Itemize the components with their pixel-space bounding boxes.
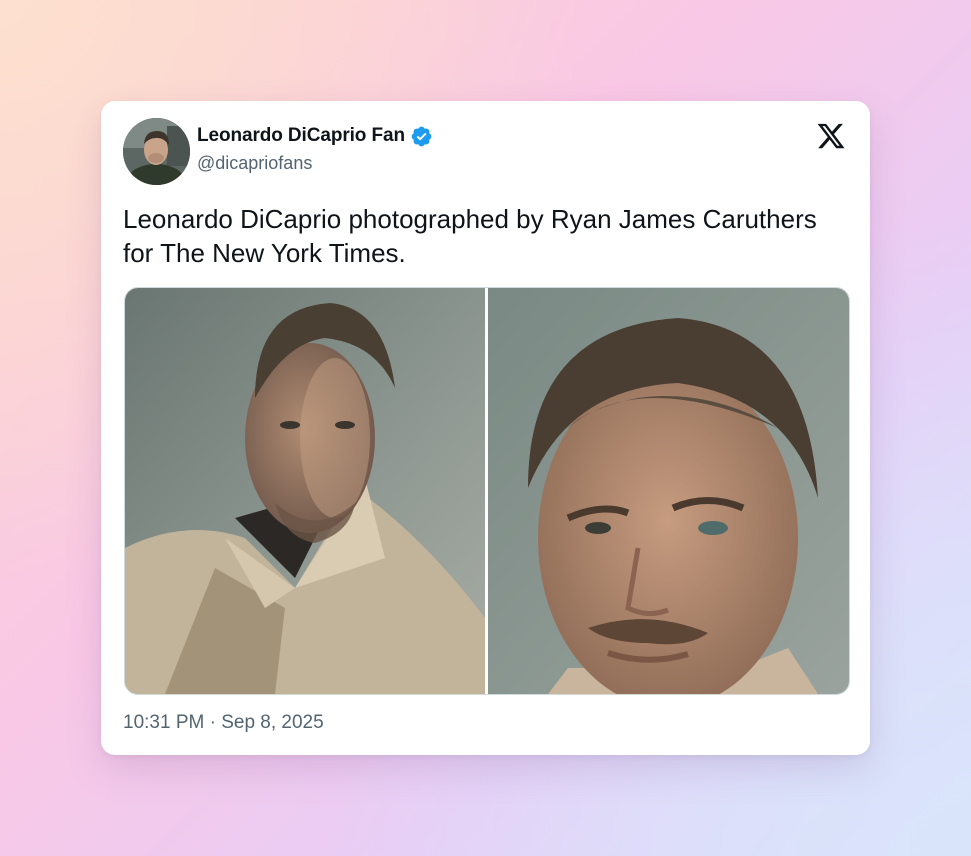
- user-info: Leonardo DiCaprio Fan @dicapriofans: [197, 123, 433, 174]
- media-grid: [124, 287, 850, 695]
- display-name[interactable]: Leonardo DiCaprio Fan: [197, 125, 405, 147]
- photo-right[interactable]: [488, 288, 849, 694]
- avatar[interactable]: [123, 118, 190, 185]
- timestamp[interactable]: 10:31 PM · Sep 8, 2025: [123, 712, 324, 734]
- handle[interactable]: @dicapriofans: [197, 153, 433, 174]
- x-logo-icon[interactable]: [816, 121, 846, 151]
- tweet-card: Leonardo DiCaprio Fan @dicapriofans Leon…: [101, 101, 870, 755]
- display-name-row: Leonardo DiCaprio Fan: [197, 123, 433, 149]
- verified-badge-icon: [410, 125, 433, 148]
- photo-left[interactable]: [125, 288, 485, 694]
- tweet-text: Leonardo DiCaprio photographed by Ryan J…: [123, 204, 817, 268]
